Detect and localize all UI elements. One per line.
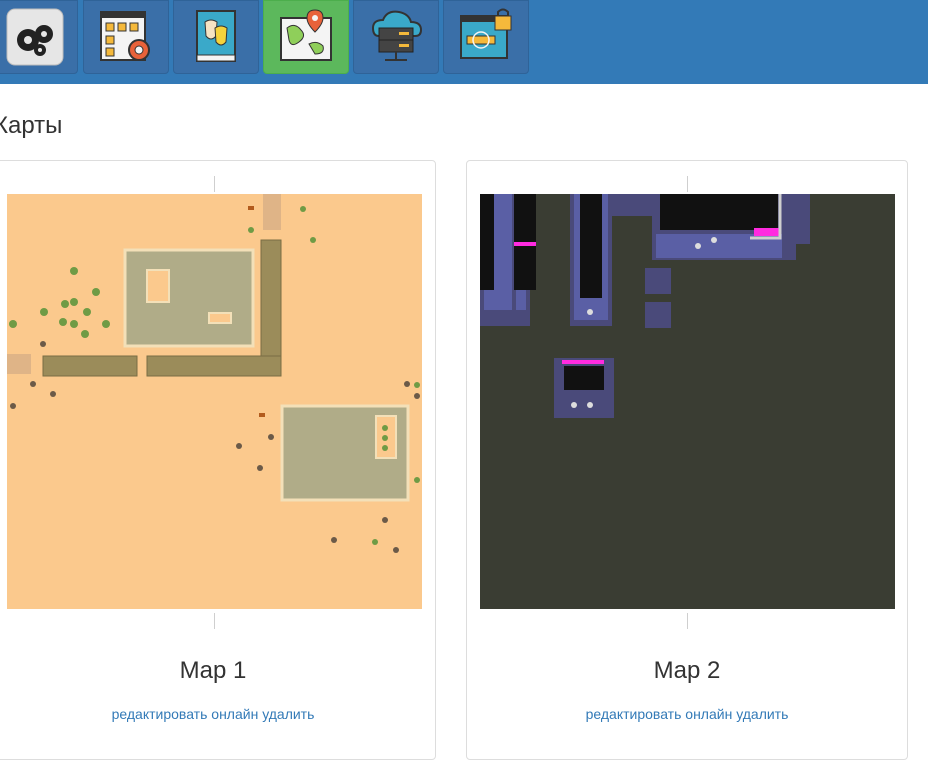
gears-icon: [6, 8, 64, 66]
map-name: Map 2: [653, 657, 721, 684]
map-card-1: Map 1 редактировать онлайн удалить: [0, 160, 436, 760]
nav-button-layout[interactable]: [83, 0, 169, 74]
map-name: Map 1: [179, 657, 247, 684]
map-actions: редактировать онлайн удалить: [0, 706, 435, 722]
page-title: Карты: [0, 112, 63, 139]
nav-button-settings[interactable]: [0, 0, 78, 74]
top-toolbar: [0, 0, 928, 84]
cloud-server-icon: [371, 10, 423, 61]
edit-link[interactable]: редактировать: [586, 706, 682, 722]
divider-tick: [687, 176, 688, 192]
theatre-book-icon: [196, 10, 236, 62]
divider-tick: [687, 613, 688, 629]
nav-button-security[interactable]: [443, 0, 529, 74]
delete-link[interactable]: удалить: [262, 706, 314, 722]
map-actions: редактировать онлайн удалить: [467, 706, 907, 722]
layout-settings-icon: [100, 11, 150, 61]
online-link[interactable]: онлайн: [685, 706, 732, 722]
map-card-2: Map 2 редактировать онлайн удалить: [466, 160, 908, 760]
nav-button-stories[interactable]: [173, 0, 259, 74]
divider-tick: [214, 613, 215, 629]
nav-button-servers[interactable]: [353, 0, 439, 74]
map-1-thumbnail[interactable]: [7, 194, 422, 609]
nav-button-maps[interactable]: [263, 0, 349, 74]
map-2-thumbnail[interactable]: [480, 194, 895, 609]
delete-link[interactable]: удалить: [736, 706, 788, 722]
online-link[interactable]: онлайн: [211, 706, 258, 722]
divider-tick: [214, 176, 215, 192]
edit-link[interactable]: редактировать: [112, 706, 208, 722]
secure-login-icon: [460, 8, 512, 59]
map-pin-icon: [280, 9, 332, 61]
